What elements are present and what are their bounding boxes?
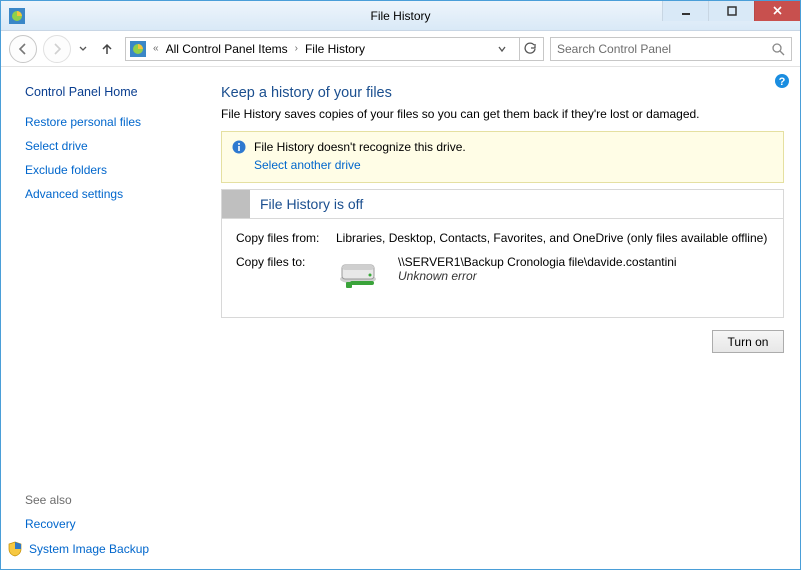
up-button[interactable] <box>95 37 119 61</box>
maximize-icon <box>727 6 737 16</box>
status-swatch <box>222 190 250 218</box>
sidebar-link-recovery[interactable]: Recovery <box>25 517 211 531</box>
breadcrumb: « All Control Panel Items › File History <box>150 42 487 56</box>
warning-banner: File History doesn't recognize this driv… <box>221 131 784 183</box>
arrow-left-icon <box>16 42 30 56</box>
search-input[interactable]: Search Control Panel <box>550 37 792 61</box>
address-dropdown[interactable] <box>491 38 513 60</box>
warning-text: File History doesn't recognize this driv… <box>254 140 466 154</box>
refresh-button[interactable] <box>519 38 541 60</box>
close-button[interactable] <box>754 1 800 21</box>
titlebar: File History <box>1 1 800 31</box>
status-header: File History is off <box>222 190 783 219</box>
nav-history-dropdown[interactable] <box>77 45 89 53</box>
copy-from-label: Copy files from: <box>236 231 336 245</box>
breadcrumb-sep-icon[interactable]: « <box>150 43 162 54</box>
breadcrumb-item[interactable]: All Control Panel Items <box>164 42 290 56</box>
svg-text:?: ? <box>779 76 786 88</box>
app-icon <box>9 8 25 24</box>
forward-button[interactable] <box>43 35 71 63</box>
copy-to-error: Unknown error <box>398 269 677 283</box>
network-drive-icon <box>336 255 384 291</box>
arrow-up-icon <box>100 42 114 56</box>
arrow-right-icon <box>50 42 64 56</box>
minimize-button[interactable] <box>662 1 708 21</box>
control-panel-icon <box>130 41 146 57</box>
help-icon[interactable]: ? <box>774 73 790 89</box>
breadcrumb-item[interactable]: File History <box>303 42 367 56</box>
chevron-down-icon <box>79 45 87 53</box>
turn-on-button[interactable]: Turn on <box>712 330 784 353</box>
shield-icon <box>7 541 23 557</box>
minimize-icon <box>681 6 691 16</box>
back-button[interactable] <box>9 35 37 63</box>
content: ? Keep a history of your files File Hist… <box>211 67 800 569</box>
page-title: Keep a history of your files <box>221 85 784 101</box>
search-icon <box>771 42 785 56</box>
nav-bar: « All Control Panel Items › File History… <box>1 31 800 67</box>
control-panel-home-link[interactable]: Control Panel Home <box>25 85 211 99</box>
actions: Turn on <box>221 330 784 353</box>
close-icon <box>772 5 783 16</box>
chevron-down-icon <box>497 44 507 54</box>
sidebar-link-select-drive[interactable]: Select drive <box>25 139 211 153</box>
copy-to-path: \\SERVER1\Backup Cronologia file\davide.… <box>398 255 677 269</box>
window-controls <box>662 1 800 21</box>
status-title: File History is off <box>260 196 363 212</box>
sidebar-link-restore[interactable]: Restore personal files <box>25 115 211 129</box>
maximize-button[interactable] <box>708 1 754 21</box>
file-history-window: File History <box>0 0 801 570</box>
copy-to-label: Copy files to: <box>236 255 336 269</box>
address-bar[interactable]: « All Control Panel Items › File History <box>125 37 544 61</box>
sidebar: Control Panel Home Restore personal file… <box>1 67 211 569</box>
copy-from-value: Libraries, Desktop, Contacts, Favorites,… <box>336 231 769 245</box>
sidebar-link-exclude-folders[interactable]: Exclude folders <box>25 163 211 177</box>
sidebar-link-advanced-settings[interactable]: Advanced settings <box>25 187 211 201</box>
select-another-drive-link[interactable]: Select another drive <box>254 158 361 172</box>
page-subtext: File History saves copies of your files … <box>221 107 784 121</box>
refresh-icon <box>524 42 537 55</box>
see-also-label: See also <box>25 493 211 507</box>
search-placeholder: Search Control Panel <box>557 42 771 56</box>
chevron-right-icon[interactable]: › <box>292 43 301 54</box>
status-panel: File History is off Copy files from: Lib… <box>221 189 784 318</box>
body: Control Panel Home Restore personal file… <box>1 67 800 569</box>
info-icon <box>232 140 246 154</box>
sidebar-link-system-image-backup[interactable]: System Image Backup <box>29 542 149 556</box>
